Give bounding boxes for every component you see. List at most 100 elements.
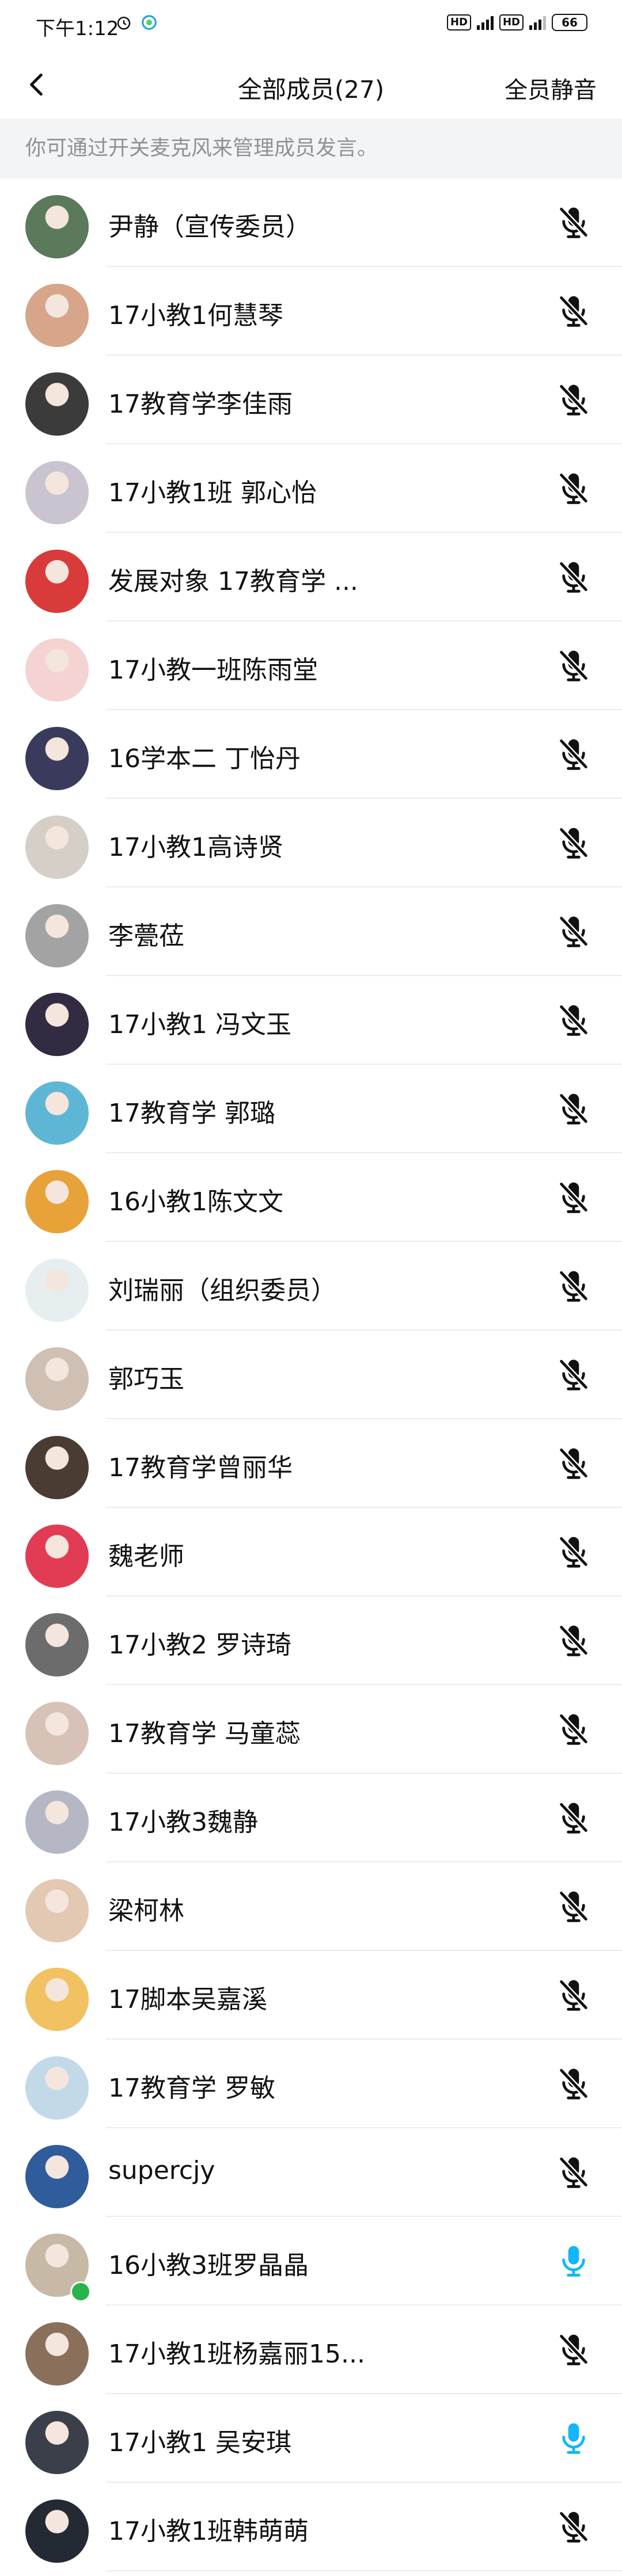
member-row[interactable]: 17小教1何慧琴 [0, 267, 622, 356]
member-name: 17教育学李佳雨 [108, 390, 293, 419]
avatar[interactable] [25, 727, 89, 790]
avatar[interactable] [25, 1347, 89, 1411]
status-time: 下午1:12 [36, 17, 119, 40]
member-row[interactable]: 17小教一班陈雨堂 [0, 622, 622, 710]
member-name: 17小教1班 郭心怡 [108, 478, 317, 508]
member-row[interactable]: 17教育学李佳雨 [0, 356, 622, 444]
avatar[interactable] [25, 195, 89, 258]
member-row[interactable]: 尹静（宣传委员） [0, 178, 622, 267]
microphone-muted-icon[interactable] [555, 1356, 592, 1393]
member-row[interactable]: 17小教2 罗诗琦 [0, 1596, 622, 1685]
avatar[interactable] [25, 1081, 89, 1145]
signal-icon-2 [529, 15, 546, 30]
microphone-muted-icon[interactable] [555, 1888, 592, 1925]
microphone-muted-icon[interactable] [555, 2508, 592, 2545]
signal-icon [476, 15, 494, 30]
mute-all-button[interactable]: 全员静音 [505, 71, 597, 105]
member-name: 发展对象 17教育学 ... [108, 567, 358, 596]
avatar[interactable] [25, 2411, 89, 2474]
microphone-muted-icon[interactable] [555, 292, 592, 329]
member-row[interactable]: 17教育学 马童蕊 [0, 1685, 622, 1774]
member-row[interactable]: 16小教1陈文文 [0, 1153, 622, 1242]
avatar[interactable] [25, 1525, 89, 1588]
avatar[interactable] [25, 284, 89, 347]
member-row[interactable]: 17小教1 吴安琪 [0, 2394, 622, 2483]
microphone-muted-icon[interactable] [555, 1179, 592, 1215]
microphone-muted-icon[interactable] [555, 1710, 592, 1747]
member-row[interactable]: 16学本二 丁怡丹 [0, 710, 622, 799]
avatar[interactable] [25, 1702, 89, 1765]
member-row[interactable]: 发展对象 17教育学 ... [0, 533, 622, 622]
avatar[interactable] [25, 638, 89, 702]
app-notification-icon [142, 15, 157, 30]
avatar[interactable] [25, 816, 89, 879]
avatar[interactable] [25, 1790, 89, 1854]
avatar[interactable] [25, 1436, 89, 1499]
microphone-muted-icon[interactable] [555, 1001, 592, 1038]
avatar[interactable] [25, 461, 89, 524]
microphone-muted-icon[interactable] [555, 2154, 592, 2190]
member-row[interactable]: 17小教1班 郭心怡 [0, 444, 622, 533]
avatar[interactable] [25, 1259, 89, 1322]
microphone-muted-icon[interactable] [555, 647, 592, 684]
microphone-muted-icon[interactable] [555, 824, 592, 861]
member-row[interactable]: 16小教3班罗晶晶 [0, 2217, 622, 2306]
member-name: 17教育学曾丽华 [108, 1453, 293, 1483]
member-name: 17小教1何慧琴 [108, 301, 283, 330]
microphone-muted-icon[interactable] [555, 1976, 592, 2013]
member-row[interactable]: 17教育学 罗敏 [0, 2040, 622, 2128]
avatar[interactable] [25, 372, 89, 436]
microphone-muted-icon[interactable] [555, 1622, 592, 1659]
member-name: 17脚本吴嘉溪 [108, 1985, 267, 2014]
member-row[interactable]: 17小教1班杨嘉丽15... [0, 2306, 622, 2394]
member-row[interactable]: 17脚本吴嘉溪 [0, 1951, 622, 2040]
avatar[interactable] [25, 1879, 89, 1942]
status-right: HD HD 66 [446, 14, 587, 31]
microphone-muted-icon[interactable] [555, 1799, 592, 1836]
member-row[interactable]: supercjy [0, 2128, 622, 2217]
avatar[interactable] [25, 2056, 89, 2120]
avatar[interactable] [25, 904, 89, 967]
microphone-muted-icon[interactable] [555, 1090, 592, 1127]
avatar[interactable] [25, 1613, 89, 1676]
microphone-icon[interactable] [555, 2419, 592, 2456]
battery-icon: 66 [552, 14, 587, 31]
microphone-muted-icon[interactable] [555, 558, 592, 595]
avatar[interactable] [25, 550, 89, 613]
microphone-muted-icon[interactable] [555, 2331, 592, 2368]
microphone-muted-icon[interactable] [555, 204, 592, 241]
member-row[interactable]: 郭巧玉 [0, 1331, 622, 1419]
microphone-muted-icon[interactable] [555, 736, 592, 772]
member-name: 17小教1 冯文玉 [108, 1010, 291, 1039]
microphone-muted-icon[interactable] [555, 1445, 592, 1481]
member-row[interactable]: 17教育学曾丽华 [0, 1419, 622, 1508]
member-name: 17小教2 罗诗琦 [108, 1630, 291, 1660]
hint-text: 你可通过开关麦克风来管理成员发言。 [0, 119, 622, 178]
member-row[interactable]: 17小教1 冯文玉 [0, 976, 622, 1065]
avatar[interactable] [25, 2322, 89, 2386]
avatar[interactable] [25, 2145, 89, 2208]
microphone-muted-icon[interactable] [555, 913, 592, 950]
member-row[interactable]: 17小教1高诗贤 [0, 799, 622, 887]
member-name: supercjy [108, 2156, 215, 2185]
avatar[interactable] [25, 993, 89, 1056]
microphone-icon[interactable] [555, 2242, 592, 2279]
member-row[interactable]: 梁柯林 [0, 1862, 622, 1951]
avatar[interactable] [25, 1968, 89, 2031]
member-row[interactable]: 17小教1班韩萌萌 [0, 2483, 622, 2571]
member-row[interactable]: 魏老师 [0, 1508, 622, 1596]
member-name: 17教育学 罗敏 [108, 2074, 275, 2103]
member-name: 李甍莅 [108, 921, 184, 951]
microphone-muted-icon[interactable] [555, 470, 592, 506]
microphone-muted-icon[interactable] [555, 2065, 592, 2102]
avatar[interactable] [25, 1170, 89, 1233]
microphone-muted-icon[interactable] [555, 1267, 592, 1304]
member-row[interactable]: 17教育学 郭璐 [0, 1065, 622, 1153]
avatar[interactable] [25, 2499, 89, 2563]
member-row[interactable]: 17小教3魏静 [0, 1774, 622, 1862]
member-name: 梁柯林 [108, 1896, 184, 1926]
member-row[interactable]: 刘瑞丽（组织委员） [0, 1242, 622, 1331]
microphone-muted-icon[interactable] [555, 381, 592, 418]
microphone-muted-icon[interactable] [555, 1533, 592, 1570]
member-row[interactable]: 李甍莅 [0, 887, 622, 976]
